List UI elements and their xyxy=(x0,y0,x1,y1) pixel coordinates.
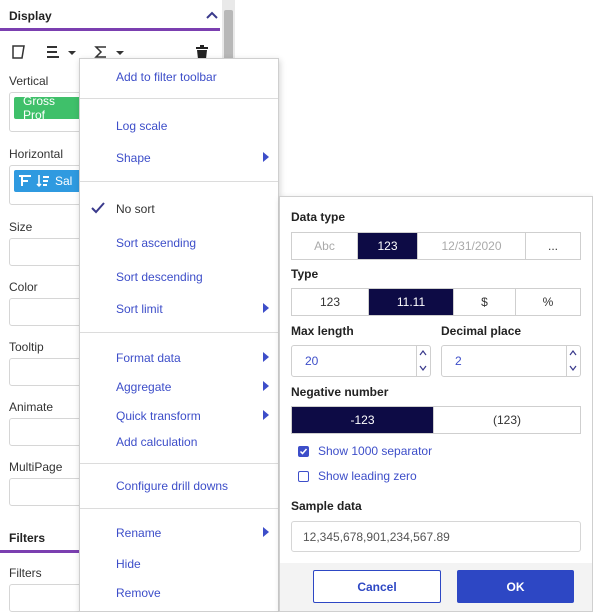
sort-bars-icon[interactable] xyxy=(45,42,61,62)
menu-format-data[interactable]: Format data xyxy=(116,351,181,365)
chevron-up-icon[interactable] xyxy=(569,349,577,357)
horizontal-field-chip[interactable]: Sal xyxy=(14,170,84,192)
chart-type-icon[interactable] xyxy=(11,42,27,62)
filters-label: Filters xyxy=(9,566,42,580)
menu-remove[interactable]: Remove xyxy=(116,586,161,600)
checkmark-icon xyxy=(299,448,308,455)
menu-separator xyxy=(80,98,278,99)
chevron-down-icon[interactable] xyxy=(569,364,577,372)
type-percent[interactable]: % xyxy=(516,289,580,315)
negative-parentheses-option[interactable]: (123) xyxy=(434,407,580,433)
show-leading-zero-checkbox[interactable] xyxy=(298,471,309,482)
animate-label: Animate xyxy=(9,400,54,414)
vertical-label: Vertical xyxy=(9,74,49,88)
max-length-spin-buttons xyxy=(416,346,430,376)
menu-sort-descending[interactable]: Sort descending xyxy=(116,270,203,284)
negative-number-selector: -123 (123) xyxy=(291,406,581,434)
submenu-arrow-icon xyxy=(263,152,269,162)
decimal-place-value: 2 xyxy=(455,354,462,368)
vertical-chip-label: Gross Prof xyxy=(23,94,56,122)
menu-hide[interactable]: Hide xyxy=(116,557,141,571)
tooltip-label: Tooltip xyxy=(9,340,44,354)
show-separator-label[interactable]: Show 1000 separator xyxy=(318,444,432,458)
menu-add-to-filter-toolbar[interactable]: Add to filter toolbar xyxy=(116,70,217,84)
menu-no-sort[interactable]: No sort xyxy=(116,202,155,216)
menu-quick-transform[interactable]: Quick transform xyxy=(116,409,201,423)
submenu-arrow-icon xyxy=(263,381,269,391)
show-leading-zero-label[interactable]: Show leading zero xyxy=(318,469,417,483)
chevron-up-icon[interactable] xyxy=(419,349,427,357)
submenu-arrow-icon xyxy=(263,410,269,420)
format-data-panel: Data type Abc 123 12/31/2020 ... Type 12… xyxy=(279,196,593,612)
chevron-down-icon[interactable] xyxy=(419,364,427,372)
field-context-menu: Add to filter toolbar Log scale Shape No… xyxy=(79,58,279,612)
sample-data-label: Sample data xyxy=(291,499,362,513)
data-type-label: Data type xyxy=(291,210,346,224)
dialog-footer: Cancel OK xyxy=(280,563,592,611)
max-length-stepper[interactable]: 20 xyxy=(291,345,431,377)
display-header-underline xyxy=(0,28,220,31)
decimal-place-spin-buttons xyxy=(566,346,580,376)
menu-separator xyxy=(80,332,278,333)
type-currency[interactable]: $ xyxy=(454,289,516,315)
color-label: Color xyxy=(9,280,38,294)
menu-sort-ascending[interactable]: Sort ascending xyxy=(116,236,196,250)
menu-separator xyxy=(80,508,278,509)
menu-rename[interactable]: Rename xyxy=(116,526,161,540)
menu-shape[interactable]: Shape xyxy=(116,151,151,165)
menu-separator xyxy=(80,463,278,464)
cancel-button[interactable]: Cancel xyxy=(313,570,441,603)
type-selector: 123 11.11 $ % xyxy=(291,288,581,316)
sample-data-field: 12,345,678,901,234,567.89 xyxy=(291,521,581,552)
data-type-text[interactable]: Abc xyxy=(292,233,358,259)
display-header: Display xyxy=(9,9,52,23)
submenu-arrow-icon xyxy=(263,527,269,537)
decimal-place-label: Decimal place xyxy=(441,324,522,338)
checkmark-icon xyxy=(91,202,105,214)
max-length-value: 20 xyxy=(305,354,319,368)
menu-log-scale[interactable]: Log scale xyxy=(116,119,167,133)
data-type-date[interactable]: 12/31/2020 xyxy=(418,233,526,259)
chevron-up-icon[interactable] xyxy=(206,11,218,19)
negative-number-label: Negative number xyxy=(291,385,389,399)
menu-separator xyxy=(80,181,278,182)
type-integer[interactable]: 123 xyxy=(292,289,369,315)
menu-add-calculation[interactable]: Add calculation xyxy=(116,435,197,449)
type-label: Type xyxy=(291,267,319,281)
vertical-field-chip[interactable]: Gross Prof xyxy=(14,94,84,122)
sort-icon xyxy=(36,175,49,188)
horizontal-label: Horizontal xyxy=(9,147,64,161)
filters-header: Filters xyxy=(9,531,46,545)
menu-aggregate[interactable]: Aggregate xyxy=(116,380,171,394)
data-type-number[interactable]: 123 xyxy=(358,233,418,259)
show-separator-checkbox[interactable] xyxy=(298,446,309,457)
size-label: Size xyxy=(9,220,33,234)
horizontal-chip-label: Sal xyxy=(55,174,73,188)
type-decimal[interactable]: 11.11 xyxy=(369,289,454,315)
chevron-down-icon[interactable] xyxy=(67,42,77,62)
menu-configure-drill-downs[interactable]: Configure drill downs xyxy=(116,479,228,493)
ok-button[interactable]: OK xyxy=(457,570,574,603)
hierarchy-icon xyxy=(19,175,31,186)
max-length-label: Max length xyxy=(291,324,354,338)
data-type-selector: Abc 123 12/31/2020 ... xyxy=(291,232,581,260)
negative-minus-option[interactable]: -123 xyxy=(292,407,434,433)
menu-sort-limit[interactable]: Sort limit xyxy=(116,302,163,316)
decimal-place-stepper[interactable]: 2 xyxy=(441,345,581,377)
submenu-arrow-icon xyxy=(263,352,269,362)
submenu-arrow-icon xyxy=(263,303,269,313)
data-type-more[interactable]: ... xyxy=(526,233,580,259)
multipage-label: MultiPage xyxy=(9,460,63,474)
